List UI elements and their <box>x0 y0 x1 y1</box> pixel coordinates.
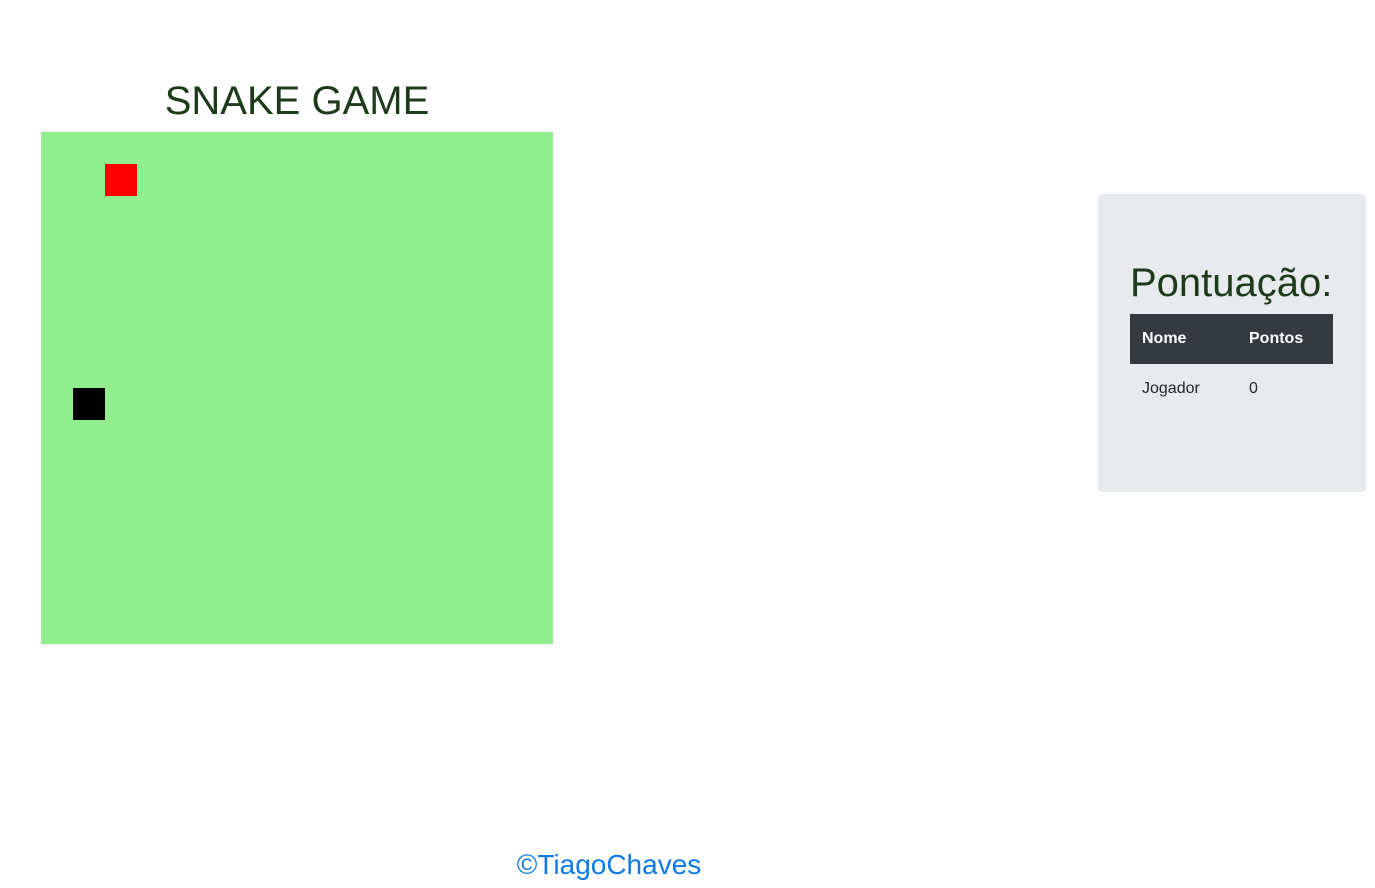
column-header-name: Nome <box>1130 314 1237 364</box>
footer-credit: ©TiagoChaves <box>516 849 702 880</box>
snake-game-page: SNAKE GAME Pontuação: Nome Pontos Jogado… <box>0 0 1375 888</box>
score-table: Nome Pontos Jogador 0 <box>1130 314 1333 414</box>
scoreboard-heading: Pontuação: <box>1130 261 1333 305</box>
game-board[interactable] <box>41 132 553 644</box>
column-header-points: Pontos <box>1237 314 1333 364</box>
table-row: Jogador 0 <box>1130 364 1333 414</box>
snake-head <box>73 388 105 420</box>
game-title: SNAKE GAME <box>164 79 430 123</box>
score-table-header-row: Nome Pontos <box>1130 314 1333 364</box>
player-points-cell: 0 <box>1249 380 1258 397</box>
player-name-cell: Jogador <box>1142 380 1200 397</box>
food-cell <box>105 164 137 196</box>
scoreboard-card: Pontuação: Nome Pontos Jogador 0 <box>1098 194 1366 492</box>
